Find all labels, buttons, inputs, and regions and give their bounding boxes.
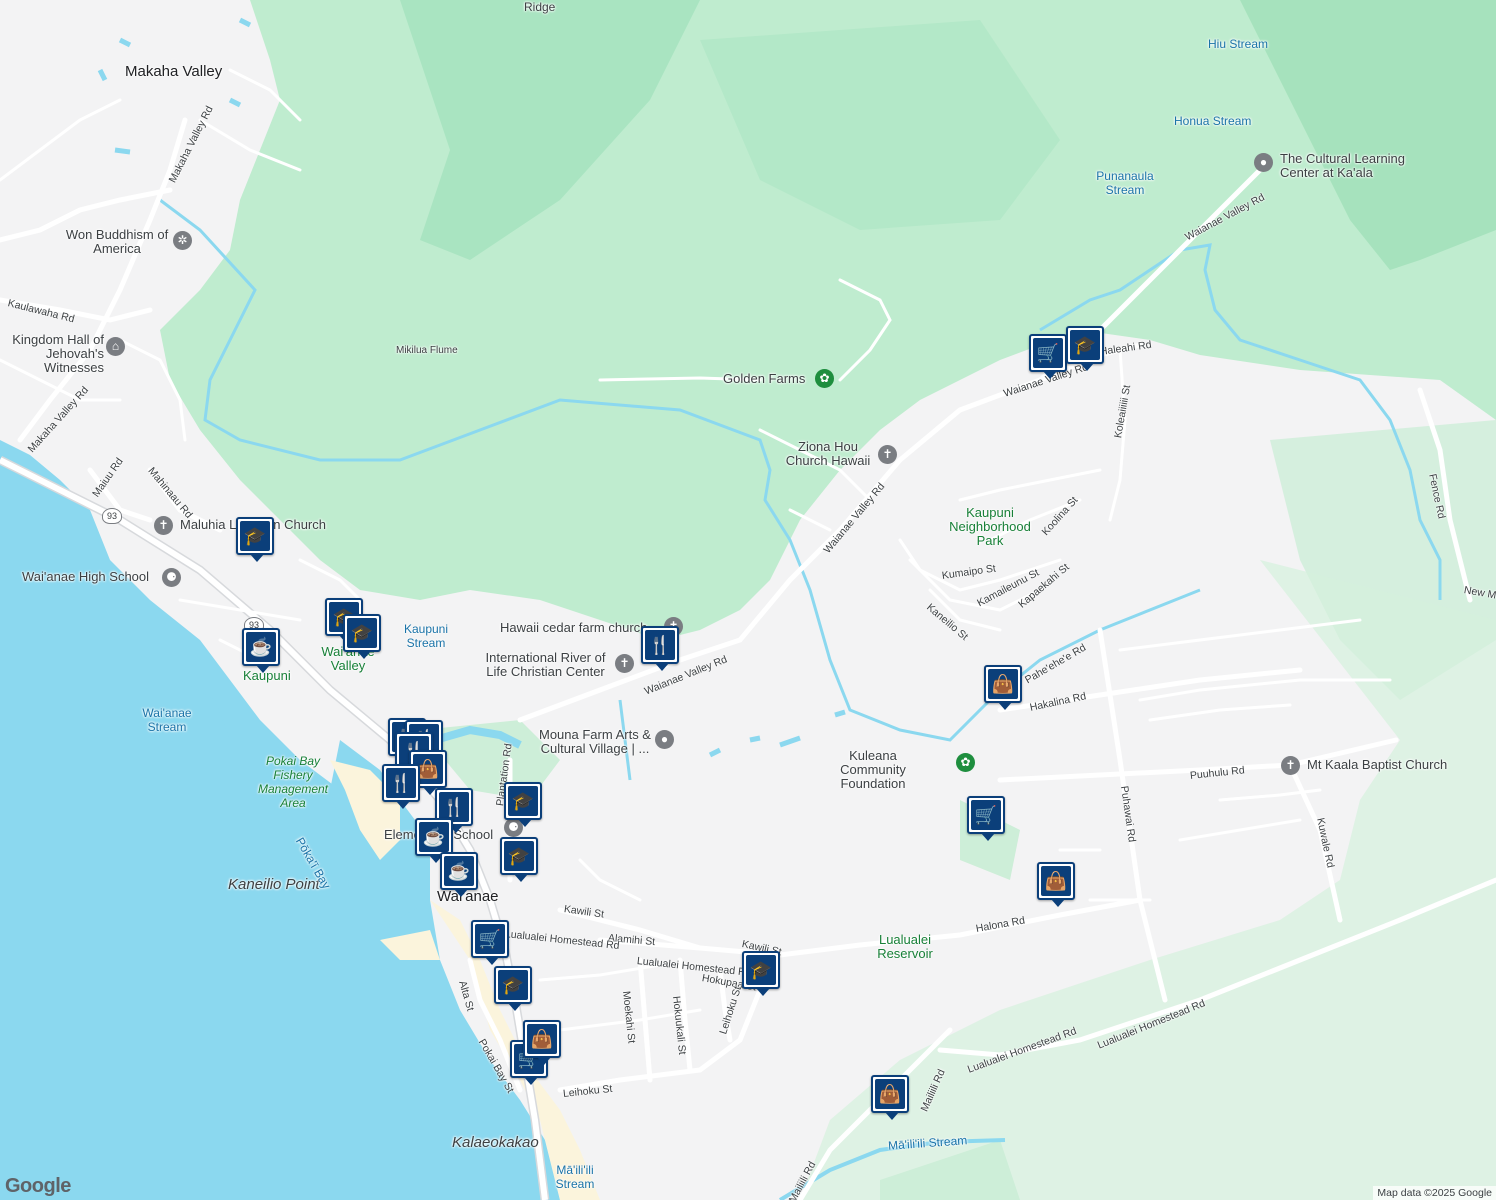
- graduation-cap-icon[interactable]: 🎓: [504, 782, 542, 827]
- graduation-cap-icon[interactable]: 🎓: [500, 837, 538, 882]
- poi-ziona-hou-church[interactable]: Ziona Hou Church Hawaii: [778, 440, 878, 468]
- pin-icon[interactable]: ●: [1254, 153, 1273, 172]
- water-label-mikilua-flume: Mikilua Flume: [396, 345, 458, 356]
- route-shield: 93: [102, 508, 122, 524]
- church-icon[interactable]: ⌂: [106, 337, 125, 356]
- park-label-pokai-bay-fishery: Pokai Bay Fishery Management Area: [257, 754, 329, 810]
- school-icon[interactable]: ⚈: [162, 568, 181, 587]
- poi-mouna-farm[interactable]: Mouna Farm Arts & Cultural Village | ...: [530, 728, 660, 756]
- poi-mt-kaala-baptist-church[interactable]: Mt Kaala Baptist Church: [1307, 758, 1447, 772]
- water-label-honua-stream: Honua Stream: [1174, 114, 1252, 128]
- restaurant-icon[interactable]: 🍴: [641, 626, 679, 671]
- restaurant-icon[interactable]: 🍴: [382, 764, 420, 809]
- coffee-icon[interactable]: ☕: [440, 852, 478, 897]
- coffee-icon[interactable]: ☕: [242, 628, 280, 673]
- graduation-cap-icon[interactable]: 🎓: [343, 614, 381, 659]
- pin-icon[interactable]: ●: [655, 730, 674, 749]
- area-label-kaneilio-point: Kaneilio Point: [228, 876, 320, 893]
- cross-icon[interactable]: ✝: [1281, 756, 1300, 775]
- poi-cultural-learning-center[interactable]: The Cultural Learning Center at Ka'ala: [1280, 152, 1420, 180]
- poi-waianae-high-school[interactable]: Wai'anae High School: [22, 570, 149, 584]
- cross-icon[interactable]: ✝: [878, 445, 897, 464]
- water-label-hiu-stream: Hiu Stream: [1208, 37, 1269, 51]
- area-label-makaha-valley: Makaha Valley: [125, 63, 223, 80]
- cross-icon[interactable]: ✝: [154, 516, 173, 535]
- graduation-cap-icon[interactable]: 🎓: [1066, 326, 1104, 371]
- water-label-punanaula-stream: Punanaula Stream: [1096, 169, 1154, 197]
- poi-hawaii-cedar-farm-church[interactable]: Hawaii cedar farm church: [500, 621, 647, 635]
- flower-icon[interactable]: ✿: [815, 369, 834, 388]
- poi-golden-farms[interactable]: Golden Farms: [723, 372, 805, 386]
- shopping-bag-icon[interactable]: 👜: [871, 1075, 909, 1120]
- flower-icon[interactable]: ✿: [956, 753, 975, 772]
- graduation-cap-icon[interactable]: 🎓: [236, 517, 274, 562]
- graduation-cap-icon[interactable]: 🎓: [742, 951, 780, 996]
- water-label-kaupuni-stream: Kaupuni Stream: [403, 622, 449, 650]
- area-label-ridge: Ridge: [524, 0, 556, 14]
- poi-kingdom-hall[interactable]: Kingdom Hall of Jehovah's Witnesses: [0, 333, 104, 375]
- area-label-kalaeokakao: Kalaeokakao: [452, 1134, 539, 1151]
- graduation-cap-icon[interactable]: 🎓: [494, 966, 532, 1011]
- poi-won-buddhism[interactable]: Won Buddhism of America: [62, 228, 172, 256]
- coffee-icon[interactable]: ☕: [415, 818, 453, 863]
- shopping-cart-icon[interactable]: 🛒: [1029, 334, 1067, 379]
- shopping-bag-icon[interactable]: 👜: [1037, 862, 1075, 907]
- dharma-wheel-icon[interactable]: ✲: [173, 231, 192, 250]
- poi-kuleana-community-foundation[interactable]: Kuleana Community Foundation: [818, 749, 928, 791]
- water-label-mailiili-stream-south: Mā'ili'ili Stream: [555, 1163, 595, 1191]
- park-label-lualualei-reservoir: Lualualei Reservoir: [877, 932, 933, 961]
- water-label-waianae-stream: Wai'anae Stream: [142, 706, 192, 734]
- map-attribution[interactable]: Map data ©2025 Google: [1373, 1186, 1496, 1200]
- poi-international-river-of-life[interactable]: International River of Life Christian Ce…: [478, 651, 613, 679]
- shopping-bag-icon[interactable]: 👜: [523, 1020, 561, 1065]
- shopping-cart-icon[interactable]: 🛒: [471, 920, 509, 965]
- google-logo[interactable]: Google: [5, 1175, 71, 1198]
- shopping-bag-icon[interactable]: 👜: [984, 665, 1022, 710]
- shopping-cart-icon[interactable]: 🛒: [967, 796, 1005, 841]
- park-label-kaupuni-neighborhood-park: Kaupuni Neighborhood Park: [949, 505, 1031, 548]
- map-base-layer: [0, 0, 1496, 1200]
- map-canvas[interactable]: Makaha Valley Kaneilio Point Kalaeokakao…: [0, 0, 1496, 1200]
- cross-icon[interactable]: ✝: [615, 654, 634, 673]
